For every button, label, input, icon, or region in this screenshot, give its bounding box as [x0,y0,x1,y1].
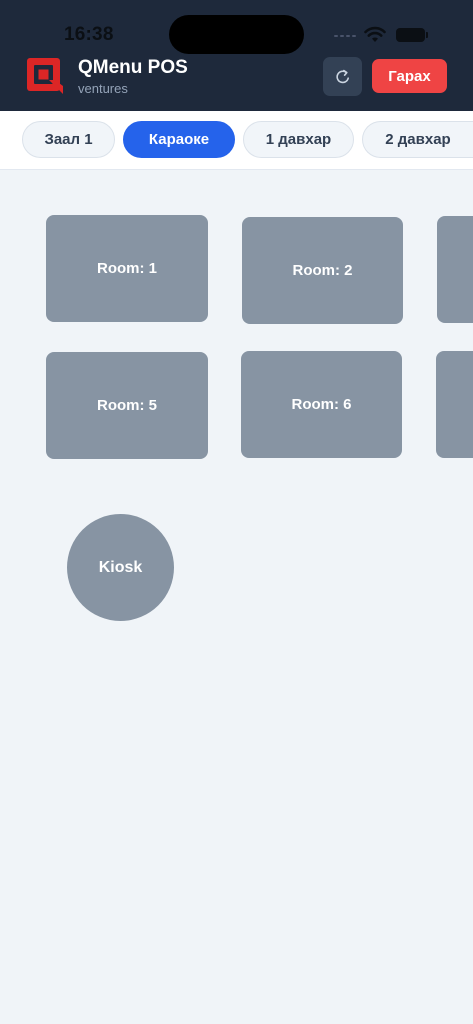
cellular-signal-icon [334,35,356,37]
room-tile[interactable]: Room: 5 [46,352,208,459]
logout-button[interactable]: Гарах [372,59,447,93]
room-tile[interactable]: Room: 1 [46,215,208,322]
pos-screen: 16:38 QMenu POS ventures Гарах Заал 1 Ка… [0,0,473,1024]
app-title: QMenu POS [78,57,188,78]
status-time: 16:38 [64,24,114,45]
refresh-icon [335,69,349,83]
kiosk-table[interactable]: Kiosk [67,514,174,621]
tab-floor-2[interactable]: 2 давхар [362,121,473,158]
tab-karaoke[interactable]: Караоке [123,121,235,158]
battery-icon [396,28,428,42]
status-icons [334,26,430,44]
dynamic-island [169,15,304,54]
qmenu-logo-icon [27,58,63,94]
room-tile-partial[interactable] [436,351,473,458]
app-subtitle: ventures [78,81,128,96]
tab-zaal-1[interactable]: Заал 1 [22,121,115,158]
floor-tabs: Заал 1 Караоке 1 давхар 2 давхар [0,111,473,170]
app-header: 16:38 QMenu POS ventures Гарах [0,0,473,111]
room-tile[interactable]: Room: 2 [242,217,403,324]
room-tile[interactable]: Room: 6 [241,351,402,458]
wifi-icon [364,26,386,42]
tab-floor-1[interactable]: 1 давхар [243,121,354,158]
room-tile-partial[interactable] [437,216,473,323]
refresh-button[interactable] [323,57,362,96]
